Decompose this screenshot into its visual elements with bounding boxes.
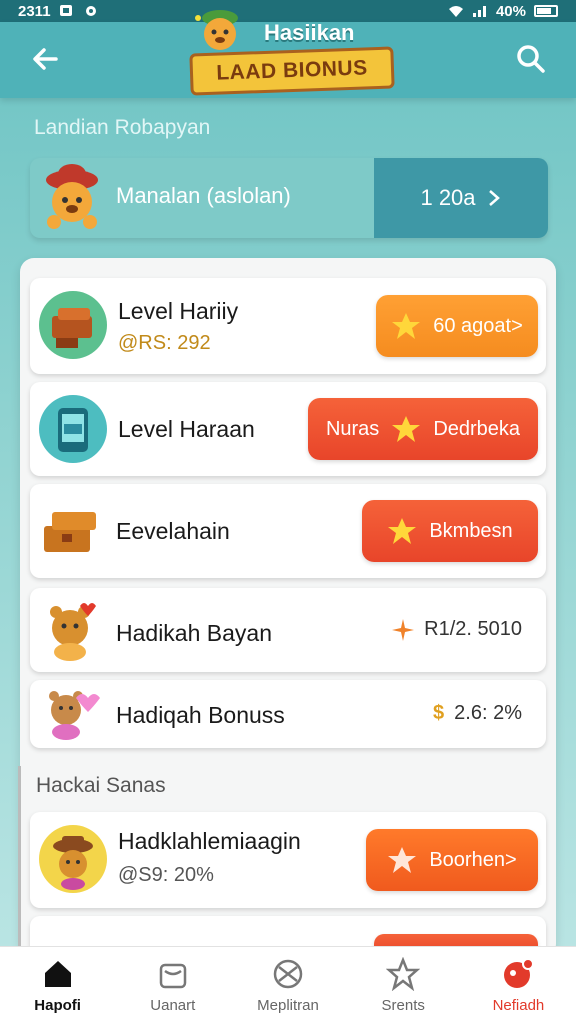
bear-avatar-icon xyxy=(46,164,98,229)
star-icon xyxy=(392,416,421,442)
nav-events[interactable]: Srents xyxy=(346,947,461,1024)
section-divider xyxy=(18,766,21,946)
claim-button-label: Boorhen> xyxy=(429,848,517,871)
reward-card[interactable]: Hadiqah Bonuss $ 2.6: 2% xyxy=(30,680,546,748)
nav-notifications[interactable]: Nefiadh xyxy=(461,947,576,1024)
settings-status-icon xyxy=(85,6,96,16)
bottom-nav: Hapofi Uanart Meplitran Srents Nefiadh xyxy=(0,946,576,1024)
star-outline-icon xyxy=(386,957,421,991)
nav-label: Nefiadh xyxy=(492,997,545,1014)
star-icon xyxy=(392,313,421,339)
claim-button-label: Bkmbesn xyxy=(429,519,513,542)
home-icon xyxy=(44,961,71,987)
card-subtitle: @S9: 20% xyxy=(118,864,214,886)
nav-bag[interactable]: Uanart xyxy=(115,947,230,1024)
reward-value: $ 2.6: 2% xyxy=(433,702,522,725)
card-title: Hadklahlemiaagin xyxy=(118,828,301,854)
search-icon[interactable] xyxy=(514,42,548,76)
globe-icon xyxy=(273,959,303,989)
main-bar-label: Manalan (aslolan) xyxy=(116,183,291,208)
chevron-right-icon xyxy=(488,190,500,206)
reward-card[interactable]: Level Haraan Nuras Dedrbeka xyxy=(30,382,546,476)
status-time: 2311 xyxy=(18,2,51,20)
main-bar-value: 1 20a xyxy=(420,185,476,210)
signal-icon xyxy=(472,6,486,17)
bag-icon xyxy=(159,963,187,989)
nav-label: Srents xyxy=(381,997,425,1014)
star-icon xyxy=(388,847,417,873)
treasure-chest-icon xyxy=(39,291,107,359)
reward-card[interactable]: Hadklahlemiaagin @S9: 20% Boorhen> xyxy=(30,812,546,908)
sparkle-icon xyxy=(392,618,415,641)
reward-value-text: 2.6: 2% xyxy=(454,702,522,724)
treasure-box-icon xyxy=(44,512,96,552)
logo-ribbon: LAAD BIONUS xyxy=(189,46,395,96)
logo-title: Hasiikan xyxy=(264,20,355,45)
status-left: 2311 xyxy=(18,3,99,20)
card-title: Hadikah Bayan xyxy=(116,620,272,646)
notification-icon xyxy=(504,958,535,988)
claim-button[interactable]: 60 agoat> xyxy=(376,295,538,357)
back-arrow-icon[interactable] xyxy=(28,42,62,76)
claim-button[interactable]: Nuras Dedrbeka xyxy=(308,398,538,460)
claim-button[interactable]: Boorhen> xyxy=(366,829,538,891)
nav-label: Hapofi xyxy=(34,997,81,1014)
battery-icon xyxy=(534,5,558,17)
star-icon xyxy=(388,518,417,544)
main-bar[interactable]: Manalan (aslolan) 1 20a xyxy=(30,158,548,238)
card-title: Level Haraan xyxy=(118,416,255,442)
phone-icon xyxy=(39,395,107,463)
claim-button-left-label: Nuras xyxy=(325,417,380,440)
card-title: Level Hariiy xyxy=(118,298,239,324)
section-title: Landian Robapyan xyxy=(34,116,211,139)
reward-value-text: R1/2. 5010 xyxy=(424,618,522,640)
card-title: Hadiqah Bonuss xyxy=(116,702,285,728)
reward-card[interactable]: Level Hariiy @RS: 292 60 agoat> xyxy=(30,278,546,374)
battery-text: 40% xyxy=(495,2,526,20)
claim-button-label: 60 agoat> xyxy=(433,314,523,337)
card-subtitle: @RS: 292 xyxy=(118,332,211,354)
app-logo: Hasiikan LAAD BIONUS xyxy=(186,4,398,100)
nav-label: Meplitran xyxy=(257,997,319,1014)
notification-status-icon xyxy=(59,5,72,16)
bear-heart-icon xyxy=(50,603,96,661)
dollar-icon: $ xyxy=(433,702,445,724)
reward-value: R1/2. 5010 xyxy=(392,618,522,641)
section-title-secondary: Hackai Sanas xyxy=(36,774,166,797)
reward-card[interactable]: Eevelahain Bkmbesn xyxy=(30,484,546,578)
claim-button[interactable]: Bkmbesn xyxy=(362,500,538,562)
bear-hat-icon xyxy=(39,825,107,893)
nav-explore[interactable]: Meplitran xyxy=(230,947,345,1024)
wifi-icon xyxy=(448,6,463,17)
nav-label: Uanart xyxy=(150,997,196,1014)
nav-home[interactable]: Hapofi xyxy=(0,947,115,1024)
card-title: Eevelahain xyxy=(116,518,230,544)
reward-card[interactable]: Hadikah Bayan R1/2. 5010 xyxy=(30,588,546,672)
main-bar-value-button[interactable]: 1 20a xyxy=(374,158,548,238)
status-right: 40% xyxy=(448,3,558,20)
bear-love-icon xyxy=(49,691,100,740)
claim-button-label: Dedrbeka xyxy=(433,417,521,440)
